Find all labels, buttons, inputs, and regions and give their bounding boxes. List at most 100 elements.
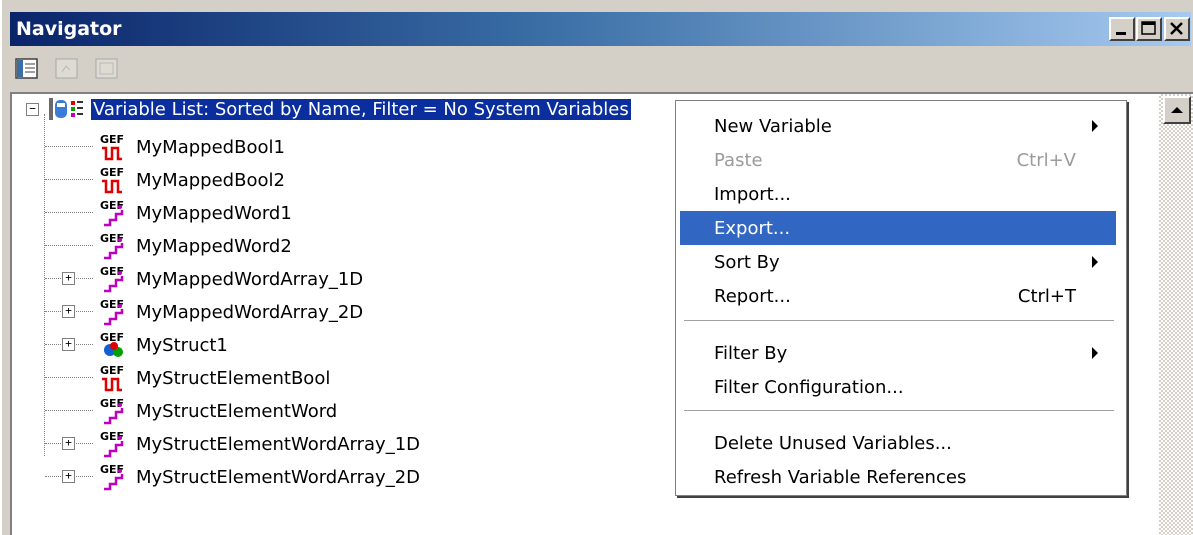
menu-item-label: New Variable bbox=[714, 116, 832, 137]
menu-item-label: Refresh Variable References bbox=[714, 467, 967, 488]
tree-item[interactable]: GEF MyStructElementWord bbox=[96, 396, 337, 426]
menu-item-paste[interactable]: Paste Ctrl+V bbox=[680, 143, 1116, 177]
tree-connector bbox=[44, 114, 45, 456]
bool-variable-icon: GEF bbox=[100, 364, 124, 392]
tree-item[interactable]: GEF MyMappedBool2 bbox=[96, 165, 285, 195]
menu-item-refresh-variable-references[interactable]: Refresh Variable References bbox=[680, 460, 1116, 494]
tree-item-label: MyStructElementWordArray_1D bbox=[136, 433, 421, 455]
submenu-arrow-icon bbox=[1092, 120, 1098, 132]
maximize-icon bbox=[1141, 21, 1156, 35]
scroll-up-button[interactable] bbox=[1163, 96, 1191, 124]
context-menu: New Variable Paste Ctrl+V Import... Export..… bbox=[675, 100, 1127, 496]
svg-text:GEF: GEF bbox=[100, 133, 124, 146]
tree-connector bbox=[45, 212, 93, 213]
collapse-icon[interactable]: − bbox=[26, 102, 39, 116]
minimize-icon bbox=[1116, 32, 1126, 35]
menu-item-label: Sort By bbox=[714, 252, 780, 273]
vertical-scrollbar[interactable] bbox=[1159, 94, 1193, 535]
maximize-button[interactable] bbox=[1136, 17, 1162, 41]
arrow-up-icon bbox=[1171, 107, 1183, 113]
title-bar[interactable]: Navigator bbox=[10, 12, 1191, 46]
toolbar-button-2[interactable] bbox=[54, 56, 80, 82]
tree-connector bbox=[45, 179, 93, 180]
toolbar bbox=[10, 52, 1191, 88]
tree-item[interactable]: GEF MyMappedBool1 bbox=[96, 132, 285, 162]
tree-connector bbox=[45, 245, 93, 246]
tree-item-label: MyStructElementBool bbox=[136, 367, 331, 389]
menu-item-filter-by[interactable]: Filter By bbox=[680, 336, 1116, 370]
menu-item-delete-unused-variables[interactable]: Delete Unused Variables... bbox=[680, 426, 1116, 460]
tree-item[interactable]: GEF MyStructElementBool bbox=[96, 363, 330, 393]
expand-icon[interactable]: + bbox=[62, 470, 75, 483]
tree-item-label: MyMappedWord2 bbox=[136, 235, 292, 257]
tree-root-label: Variable List: Sorted by Name, Filter = … bbox=[91, 98, 631, 120]
menu-item-label: Delete Unused Variables... bbox=[714, 433, 952, 454]
tree-item[interactable]: GEF MyMappedWordArray_2D bbox=[96, 297, 363, 327]
tree-item-label: MyMappedWordArray_1D bbox=[136, 268, 364, 290]
word-variable-icon: GEF bbox=[100, 199, 124, 227]
expand-icon[interactable]: + bbox=[62, 305, 75, 318]
tree-item-label: MyMappedWordArray_2D bbox=[136, 301, 364, 323]
svg-text:GEF: GEF bbox=[100, 331, 124, 344]
word-variable-icon: GEF bbox=[100, 265, 124, 293]
tree-item-label: MyMappedWord1 bbox=[136, 202, 292, 224]
expand-icon[interactable]: + bbox=[62, 338, 75, 351]
expand-icon[interactable]: + bbox=[62, 437, 75, 450]
minimize-button[interactable] bbox=[1109, 17, 1135, 41]
toolbar-disabled-icon bbox=[55, 58, 78, 79]
submenu-arrow-icon bbox=[1092, 347, 1098, 359]
menu-separator bbox=[684, 320, 1114, 322]
menu-item-report[interactable]: Report... Ctrl+T bbox=[680, 279, 1116, 313]
variable-list-icon bbox=[49, 98, 83, 120]
window-title: Navigator bbox=[16, 18, 122, 40]
word-variable-icon: GEF bbox=[100, 430, 124, 458]
bool-variable-icon: GEF bbox=[100, 166, 124, 194]
menu-item-label: Filter By bbox=[714, 343, 788, 364]
tree-view-button[interactable] bbox=[14, 56, 40, 82]
tree-item[interactable]: GEF MyMappedWordArray_1D bbox=[96, 264, 363, 294]
tree-item-label: MyStruct1 bbox=[136, 334, 228, 356]
tree-view-icon bbox=[15, 58, 38, 79]
menu-item-import[interactable]: Import... bbox=[680, 177, 1116, 211]
toolbar-disabled-icon bbox=[95, 58, 118, 79]
menu-item-label: Paste bbox=[714, 150, 763, 171]
word-variable-icon: GEF bbox=[100, 298, 124, 326]
menu-item-label: Report... bbox=[714, 286, 791, 307]
menu-item-shortcut: Ctrl+T bbox=[1017, 286, 1076, 307]
menu-item-new-variable[interactable]: New Variable bbox=[680, 109, 1116, 143]
menu-item-label: Export... bbox=[714, 218, 791, 239]
tree-root-row[interactable]: − Variable List: Sorted by Name, Filter … bbox=[26, 94, 631, 124]
close-button[interactable] bbox=[1164, 17, 1190, 41]
tree-connector bbox=[45, 146, 93, 147]
menu-separator bbox=[684, 410, 1114, 412]
svg-text:GEF: GEF bbox=[100, 166, 124, 179]
close-icon bbox=[1170, 22, 1183, 35]
struct-variable-icon: GEF bbox=[100, 331, 124, 357]
tree-item[interactable]: GEF MyStructElementWordArray_1D bbox=[96, 429, 420, 459]
menu-item-label: Import... bbox=[714, 184, 791, 205]
menu-item-sort-by[interactable]: Sort By bbox=[680, 245, 1116, 279]
tree-connector bbox=[45, 377, 93, 378]
word-variable-icon: GEF bbox=[100, 232, 124, 260]
svg-text:GEF: GEF bbox=[100, 364, 124, 377]
tree-item-label: MyMappedBool2 bbox=[136, 169, 285, 191]
submenu-arrow-icon bbox=[1092, 256, 1098, 268]
menu-item-export[interactable]: Export... bbox=[680, 211, 1116, 245]
menu-item-shortcut: Ctrl+V bbox=[1016, 150, 1076, 171]
tree-item[interactable]: GEF MyMappedWord2 bbox=[96, 231, 292, 261]
tree-item-label: MyStructElementWord bbox=[136, 400, 338, 422]
word-variable-icon: GEF bbox=[100, 463, 124, 491]
tree-connector bbox=[45, 410, 93, 411]
tree-item[interactable]: GEF MyStructElementWordArray_2D bbox=[96, 462, 420, 492]
word-variable-icon: GEF bbox=[100, 397, 124, 425]
tree-item[interactable]: GEF MyMappedWord1 bbox=[96, 198, 292, 228]
toolbar-button-3[interactable] bbox=[94, 56, 120, 82]
tree-item-label: MyStructElementWordArray_2D bbox=[136, 466, 421, 488]
menu-item-label: Filter Configuration... bbox=[714, 377, 904, 398]
tree-item[interactable]: GEF MyStruct1 bbox=[96, 330, 228, 360]
expand-icon[interactable]: + bbox=[62, 272, 75, 285]
bool-variable-icon: GEF bbox=[100, 133, 124, 161]
tree-item-label: MyMappedBool1 bbox=[136, 136, 285, 158]
navigator-window: Navigator − Variable List: Sorted by Nam… bbox=[0, 0, 1193, 535]
menu-item-filter-configuration[interactable]: Filter Configuration... bbox=[680, 370, 1116, 404]
